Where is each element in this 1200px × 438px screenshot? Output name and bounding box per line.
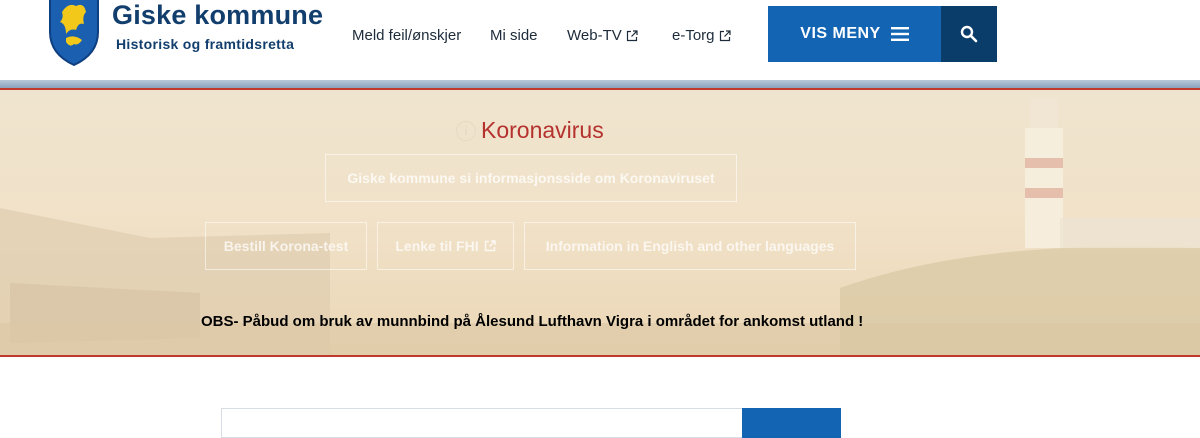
site-tagline: Historisk og framtidsretta [116,36,295,52]
info-icon: i [456,121,476,141]
site-name[interactable]: Giske kommune [112,0,323,31]
external-link-icon [484,240,496,252]
search-button[interactable] [941,6,997,62]
hamburger-icon [890,27,909,41]
nav-web-tv[interactable]: Web-TV [567,27,638,44]
external-link-icon [626,29,638,41]
book-corona-test-button[interactable]: Bestill Korona-test [205,222,367,270]
nav-label: Mi side [490,27,538,44]
button-label: Giske kommune si informasjonsside om Kor… [347,170,715,186]
corona-info-page-button[interactable]: Giske kommune si informasjonsside om Kor… [325,154,737,202]
fhi-link-button[interactable]: Lenke til FHI [377,222,514,270]
nav-e-torg[interactable]: e-Torg [672,27,731,44]
banner-title: Koronavirus [481,117,604,143]
menu-button-label: VIS MENY [800,25,881,42]
header-divider [0,80,1200,88]
coat-of-arms-icon[interactable] [48,0,100,66]
banner-top-border [0,88,1200,90]
nav-mi-side[interactable]: Mi side [490,27,538,44]
mask-notice: OBS- Påbud om bruk av munnbind på Ålesun… [201,313,864,330]
button-label: Lenke til FHI [395,238,479,254]
nav-label: Meld feil/ønskjer [352,27,462,44]
nav-meld-feil[interactable]: Meld feil/ønskjer [352,27,461,44]
search-icon [960,25,978,43]
english-info-button[interactable]: Information in English and other languag… [524,222,856,270]
search-input[interactable] [221,408,743,438]
show-menu-button[interactable]: VIS MENY [768,6,941,62]
search-submit-button[interactable] [742,408,841,438]
site-header: Giske kommune Historisk og framtidsretta… [0,0,1200,80]
nav-label: e-Torg [672,27,715,44]
button-label: Bestill Korona-test [223,238,349,254]
external-link-icon [719,29,731,41]
banner-bottom-border [0,355,1200,357]
nav-label: Web-TV [567,27,622,44]
button-label: Information in English and other languag… [545,238,835,254]
